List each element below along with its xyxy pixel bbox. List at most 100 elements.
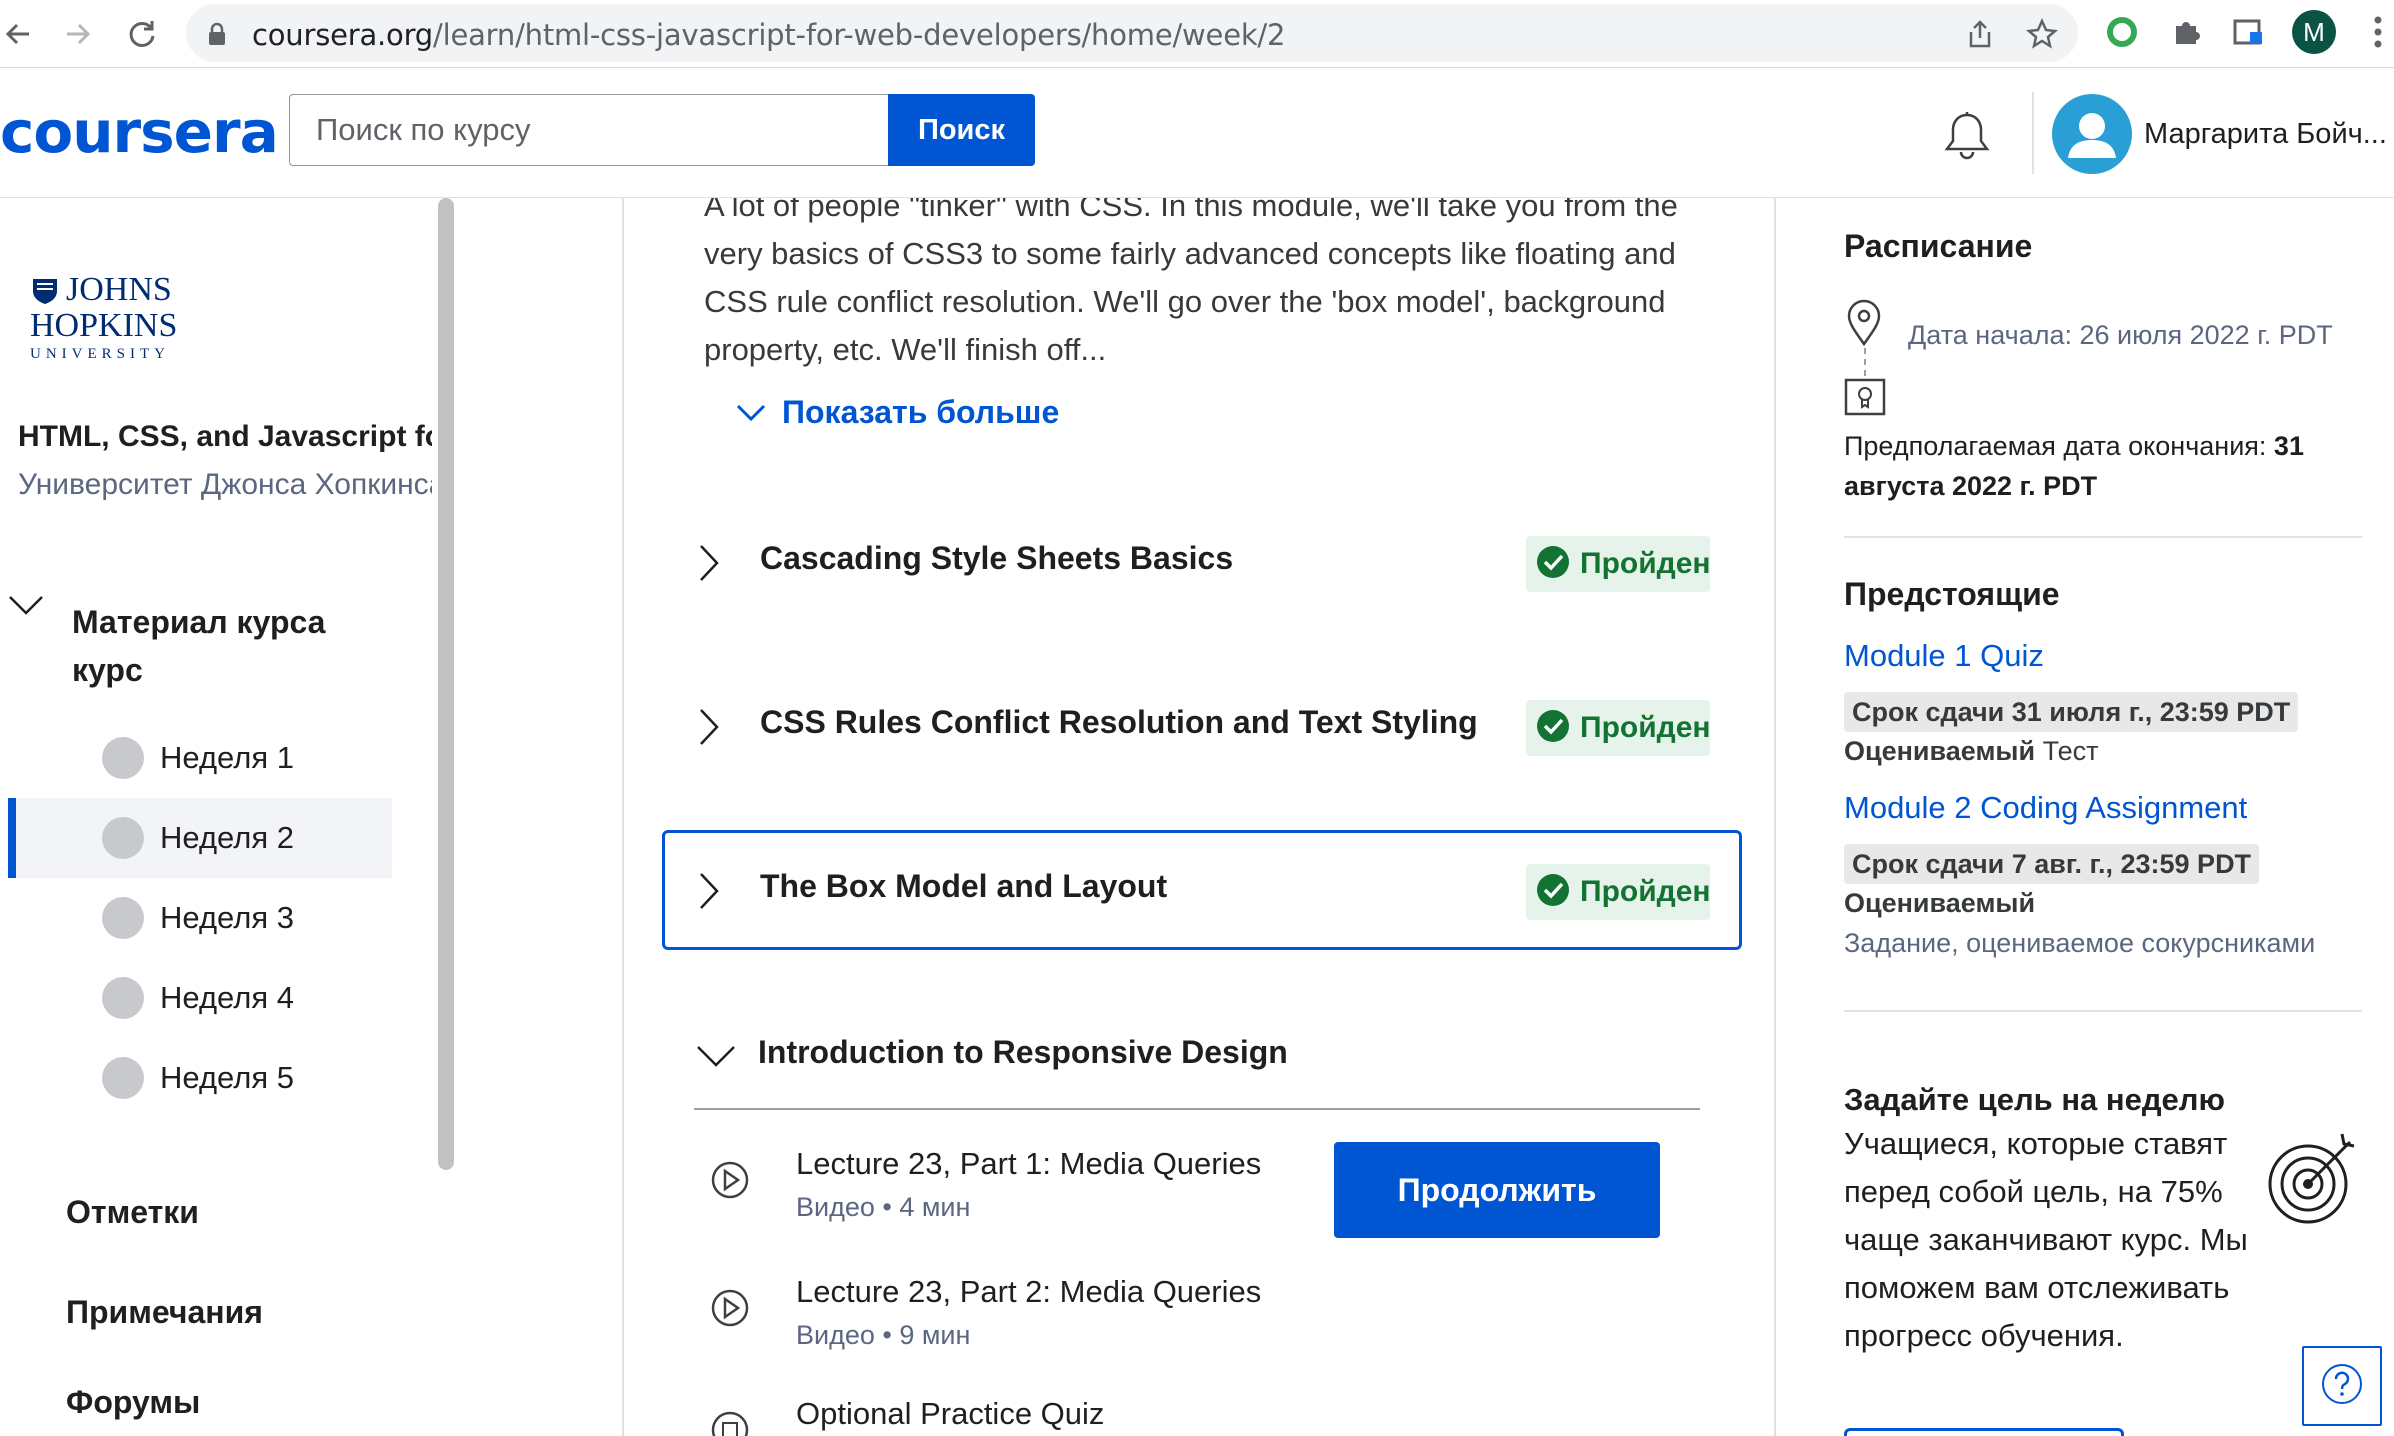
divider <box>694 1108 1700 1110</box>
check-circle-icon <box>1536 873 1570 912</box>
back-icon[interactable] <box>0 8 44 60</box>
list-item[interactable]: Optional Practice Quiz <box>694 1396 1700 1436</box>
check-circle-icon <box>1536 709 1570 748</box>
list-item[interactable]: Lecture 23, Part 2: Media Queries Видео … <box>694 1274 1700 1384</box>
reload-icon[interactable] <box>116 8 168 60</box>
show-more-button[interactable]: Показать больше <box>736 394 1059 431</box>
item-meta: Видео • 4 мин <box>796 1192 971 1222</box>
week-label: Неделя 4 <box>160 980 294 1015</box>
sidebar-scrollbar[interactable] <box>438 198 454 1170</box>
status-badge: Пройден <box>1526 864 1711 920</box>
coursera-logo[interactable]: coursera <box>0 98 279 166</box>
due-date-badge: Срок сдачи 7 авг. г., 23:59 PDT <box>1844 844 2260 884</box>
graded-label: Оцениваемый <box>1844 736 2036 766</box>
goal-heading: Задайте цель на неделю <box>1844 1082 2225 1117</box>
item-meta: Видео • 9 мин <box>796 1320 971 1350</box>
user-avatar[interactable] <box>2052 94 2132 174</box>
chevron-right-icon <box>698 708 720 751</box>
menu-dots-icon[interactable] <box>2356 10 2394 54</box>
sidebar-item-forums[interactable]: Форумы <box>66 1384 200 1421</box>
week-content: A lot of people "tinker" with CSS. In th… <box>622 198 1776 1436</box>
sidebar-item-week-1[interactable]: Неделя 1 <box>8 718 392 798</box>
timeline-connector <box>1864 348 1866 376</box>
right-panel: Расписание Дата начала: 26 июля 2022 г. … <box>1778 198 2394 1436</box>
module-1-quiz-link[interactable]: Module 1 Quiz <box>1844 638 2044 674</box>
jhu-shield-icon <box>30 276 60 311</box>
notifications-bell-icon[interactable] <box>1940 110 1994 167</box>
due-date-badge: Срок сдачи 31 июля г., 23:59 PDT <box>1844 692 2299 732</box>
week-label: Неделя 3 <box>160 900 294 935</box>
module-2-assignment-link[interactable]: Module 2 Coding Assignment <box>1844 790 2247 826</box>
progress-dot-icon <box>102 897 144 939</box>
divider <box>1844 536 2362 538</box>
module-description: A lot of people "tinker" with CSS. In th… <box>704 198 1678 367</box>
sidebar-item-week-3[interactable]: Неделя 3 <box>8 878 392 958</box>
sidebar-item-week-4[interactable]: Неделя 4 <box>8 958 392 1038</box>
lesson-title[interactable]: Introduction to Responsive Design <box>758 1034 1288 1071</box>
header-divider <box>2032 92 2034 174</box>
sidebar-item-notes[interactable]: Примечания <box>66 1294 263 1331</box>
help-question-icon <box>2320 1362 2364 1411</box>
status-label: Пройден <box>1580 711 1711 744</box>
lesson-row[interactable]: Cascading Style Sheets Basics Пройден <box>662 502 1742 622</box>
lesson-title: Cascading Style Sheets Basics <box>760 540 1234 576</box>
week-label: Неделя 2 <box>160 820 294 855</box>
bookmark-star-icon[interactable] <box>2024 16 2060 52</box>
week-label: Неделя 1 <box>160 740 294 775</box>
jhu-line-3: UNIVERSITY <box>30 346 170 362</box>
jhu-logo: JOHNS HOPKINS UNIVERSITY <box>30 272 180 363</box>
extensions-puzzle-icon[interactable] <box>2164 10 2208 54</box>
assignment-graded: Оцениваемый <box>1844 888 2035 919</box>
search-button[interactable]: Поиск <box>888 94 1035 166</box>
forward-icon[interactable] <box>52 8 104 60</box>
status-badge: Пройден <box>1526 700 1711 756</box>
sidebar-item-week-5[interactable]: Неделя 5 <box>8 1038 392 1118</box>
course-search-input[interactable]: Поиск по курсу <box>289 94 889 166</box>
sidebar-item-week-2[interactable]: Неделя 2 <box>8 798 392 878</box>
show-more-label: Показать больше <box>782 394 1060 430</box>
browser-toolbar: coursera.org/learn/html-css-javascript-f… <box>0 0 2394 68</box>
item-title: Lecture 23, Part 2: Media Queries <box>796 1274 1262 1309</box>
lesson-title: CSS Rules Conflict Resolution and Text S… <box>760 704 1478 740</box>
help-button[interactable] <box>2302 1346 2382 1426</box>
jhu-line-1: JOHNS <box>66 271 172 308</box>
check-circle-icon <box>1536 545 1570 584</box>
progress-dot-icon <box>102 817 144 859</box>
progress-dot-icon <box>102 1057 144 1099</box>
course-university: Университет Джонса Хопкинса <box>18 468 432 501</box>
quiz-icon <box>710 1410 750 1436</box>
upcoming-heading: Предстоящие <box>1844 576 2060 612</box>
extension-ring-icon[interactable] <box>2100 10 2144 54</box>
chevron-down-icon[interactable] <box>8 594 43 624</box>
graded-label: Оцениваемый <box>1844 888 2036 918</box>
certificate-icon <box>1844 378 1886 421</box>
address-bar[interactable]: coursera.org/learn/html-css-javascript-f… <box>186 4 2078 62</box>
user-name[interactable]: Маргарита Бойч... <box>2144 118 2387 151</box>
lesson-title: The Box Model and Layout <box>760 868 1168 904</box>
type-label: Тест <box>2042 736 2099 766</box>
start-date: Дата начала: 26 июля 2022 г. PDT <box>1908 320 2333 350</box>
progress-dot-icon <box>102 737 144 779</box>
assignment-type: Оцениваемый Тест <box>1844 736 2098 767</box>
status-badge: Пройден <box>1526 536 1711 592</box>
week-label: Неделя 5 <box>160 1060 294 1095</box>
schedule-heading: Расписание <box>1844 228 2033 264</box>
location-pin-icon <box>1844 298 1884 353</box>
lesson-row[interactable]: CSS Rules Conflict Resolution and Text S… <box>662 666 1742 786</box>
course-title[interactable]: HTML, CSS, and Javascript for Web Develo… <box>18 420 432 454</box>
item-title: Optional Practice Quiz <box>796 1396 1105 1431</box>
chevron-down-icon[interactable] <box>696 1044 736 1073</box>
goal-set-button[interactable] <box>1844 1428 2124 1436</box>
browser-profile-avatar[interactable]: M <box>2292 10 2336 54</box>
status-label: Пройден <box>1580 875 1711 908</box>
divider <box>1844 1010 2362 1012</box>
share-icon[interactable] <box>1962 16 1998 52</box>
chevron-right-icon <box>698 544 720 587</box>
chevron-down-icon <box>736 394 782 431</box>
continue-button[interactable]: Продолжить <box>1334 1142 1660 1238</box>
target-goal-icon <box>2262 1128 2362 1233</box>
reading-mode-icon[interactable] <box>2226 10 2270 54</box>
course-material-toggle[interactable]: Материал курса курс <box>72 598 402 694</box>
lesson-row[interactable]: The Box Model and Layout Пройден <box>662 830 1742 950</box>
sidebar-item-grades[interactable]: Отметки <box>66 1194 199 1231</box>
